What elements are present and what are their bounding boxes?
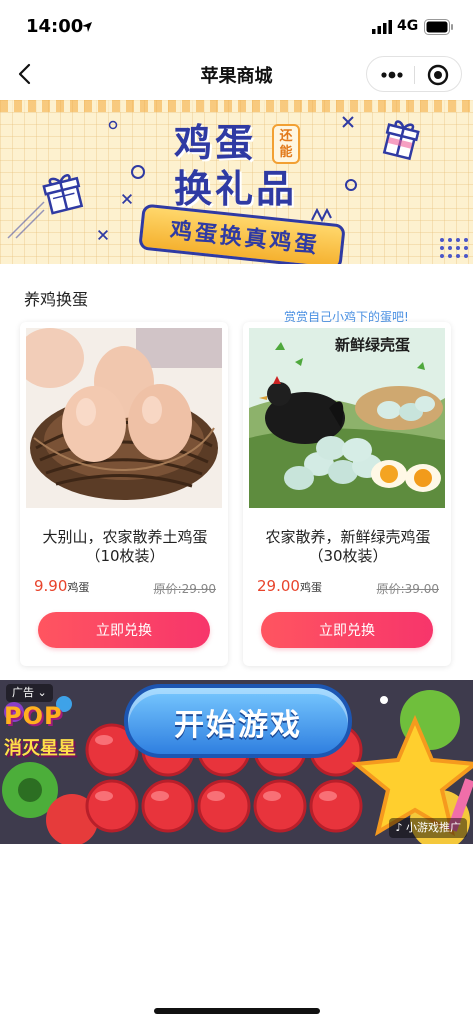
- original-price: 原价:39.00: [376, 582, 439, 596]
- ad-tag[interactable]: 广告 ⌄: [6, 684, 53, 702]
- original-price: 原价:29.90: [153, 582, 216, 596]
- mini-game-icon: ♪: [395, 821, 403, 834]
- promo-label: 小游戏推广: [406, 821, 461, 834]
- dots-decoration: [440, 238, 468, 258]
- game-title: POP: [4, 702, 63, 730]
- home-indicator[interactable]: [154, 1008, 320, 1014]
- product-card[interactable]: 新鲜绿壳蛋 农家散养，新鲜绿壳鸡蛋（30枚装） 29.00鸡蛋 原价:39.00…: [243, 322, 451, 666]
- redeem-button[interactable]: 立即兑换: [38, 612, 210, 648]
- circle-decoration: [345, 179, 357, 191]
- more-dots-icon[interactable]: [379, 66, 405, 84]
- product-price: 29.00鸡蛋: [257, 577, 322, 595]
- network-label: 4G: [397, 18, 419, 34]
- product-name[interactable]: 大别山，农家散养土鸡蛋（10枚装）: [30, 528, 220, 566]
- banner-badge: 还能: [272, 124, 300, 164]
- x-decoration: [342, 116, 354, 128]
- line-decoration: [7, 201, 45, 239]
- banner-headline-line2: 换礼品: [174, 167, 298, 211]
- banner-top-strip: [0, 100, 473, 112]
- signal-icon: [372, 20, 392, 34]
- circle-decoration: [108, 120, 118, 130]
- nav-bar: 苹果商城: [0, 52, 473, 96]
- location-arrow-icon: [82, 22, 92, 32]
- product-name[interactable]: 农家散养，新鲜绿壳鸡蛋（30枚装）: [253, 528, 443, 566]
- x-decoration: [122, 194, 132, 204]
- gift-box-icon: [42, 174, 84, 215]
- chevron-decoration: [311, 208, 332, 222]
- promo-banner[interactable]: 鸡蛋 换礼品 还能 鸡蛋换真鸡蛋: [0, 100, 473, 264]
- price-value: 29.00: [257, 577, 300, 595]
- price-value: 9.90: [34, 577, 68, 595]
- product-card[interactable]: 大别山，农家散养土鸡蛋（10枚装） 9.90鸡蛋 原价:29.90 立即兑换: [20, 322, 228, 666]
- x-decoration: [98, 230, 108, 240]
- status-time: 14:00: [26, 16, 84, 37]
- close-mini-program-icon[interactable]: [427, 64, 449, 86]
- game-ad-banner[interactable]: POP 消灭星星 开始游戏 广告 ⌄ ♪ 小游戏推广: [0, 680, 473, 844]
- section-title: 养鸡换蛋: [24, 290, 89, 309]
- gift-box-icon: [382, 120, 420, 161]
- mini-program-capsule: [366, 56, 462, 92]
- status-bar: 14:00 4G: [0, 0, 473, 52]
- price-unit: 鸡蛋: [299, 581, 322, 594]
- chevron-down-icon: ⌄: [37, 686, 47, 699]
- price-unit: 鸡蛋: [67, 581, 90, 594]
- ad-tag-label: 广告: [12, 686, 34, 699]
- capsule-divider: [414, 66, 415, 84]
- product-image-eggs-nest: [26, 328, 222, 508]
- circle-decoration: [131, 165, 145, 179]
- game-subtitle: 消灭星星: [4, 738, 76, 759]
- redeem-button[interactable]: 立即兑换: [261, 612, 433, 648]
- product-image-green-eggs: 新鲜绿壳蛋: [249, 328, 445, 508]
- image-caption: 新鲜绿壳蛋: [335, 336, 410, 354]
- battery-icon: [424, 19, 453, 35]
- start-game-label[interactable]: 开始游戏: [124, 700, 352, 744]
- product-price: 9.90鸡蛋: [34, 577, 89, 595]
- mini-game-promo-tag: ♪ 小游戏推广: [389, 818, 467, 838]
